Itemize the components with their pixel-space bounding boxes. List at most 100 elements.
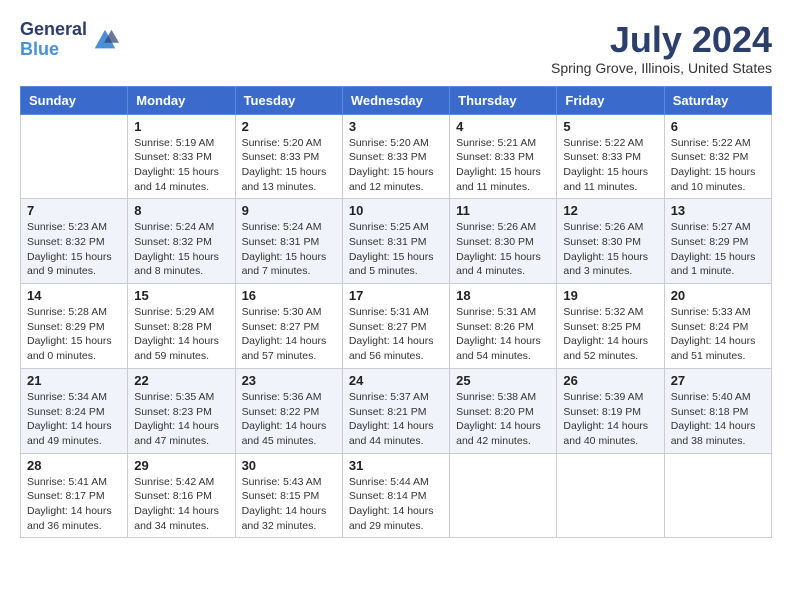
day-number: 8 [134, 203, 228, 218]
calendar-cell: 11 Sunrise: 5:26 AM Sunset: 8:30 PM Dayli… [450, 199, 557, 284]
logo: General Blue [20, 20, 119, 60]
calendar-cell [557, 453, 664, 538]
day-number: 6 [671, 119, 765, 134]
day-detail: Sunrise: 5:42 AM Sunset: 8:16 PM Dayligh… [134, 475, 228, 534]
day-number: 1 [134, 119, 228, 134]
calendar-cell [450, 453, 557, 538]
calendar-cell: 22Sunrise: 5:35 AM Sunset: 8:23 PM Dayli… [128, 368, 235, 453]
calendar-cell: 24Sunrise: 5:37 AM Sunset: 8:21 PM Dayli… [342, 368, 449, 453]
day-number: 18 [456, 288, 550, 303]
calendar-cell: 23 Sunrise: 5:36 AM Sunset: 8:22 PM Dayli… [235, 368, 342, 453]
day-number: 7 [27, 203, 121, 218]
day-detail: Sunrise: 5:22 AM Sunset: 8:32 PM Dayligh… [671, 136, 765, 195]
day-number: 25 [456, 373, 550, 388]
calendar-cell: 25 Sunrise: 5:38 AM Sunset: 8:20 PM Dayli… [450, 368, 557, 453]
calendar-cell [664, 453, 771, 538]
day-number: 15 [134, 288, 228, 303]
calendar-cell: 3 Sunrise: 5:20 AM Sunset: 8:33 PM Daylig… [342, 114, 449, 199]
logo-icon [91, 26, 119, 54]
day-number: 2 [242, 119, 336, 134]
calendar-cell: 21 Sunrise: 5:34 AM Sunset: 8:24 PM Dayli… [21, 368, 128, 453]
day-detail: Sunrise: 5:23 AM Sunset: 8:32 PM Dayligh… [27, 220, 121, 279]
calendar-cell: 14 Sunrise: 5:28 AM Sunset: 8:29 PM Dayli… [21, 284, 128, 369]
calendar-cell: 7 Sunrise: 5:23 AM Sunset: 8:32 PM Daylig… [21, 199, 128, 284]
day-detail: Sunrise: 5:20 AM Sunset: 8:33 PM Dayligh… [242, 136, 336, 195]
day-number: 3 [349, 119, 443, 134]
day-detail: Sunrise: 5:22 AM Sunset: 8:33 PM Dayligh… [563, 136, 657, 195]
column-header-saturday: Saturday [664, 86, 771, 114]
calendar-cell: 27 Sunrise: 5:40 AM Sunset: 8:18 PM Dayli… [664, 368, 771, 453]
day-detail: Sunrise: 5:37 AM Sunset: 8:21 PM Dayligh… [349, 390, 443, 449]
day-number: 5 [563, 119, 657, 134]
day-number: 17 [349, 288, 443, 303]
day-detail: Sunrise: 5:43 AM Sunset: 8:15 PM Dayligh… [242, 475, 336, 534]
calendar-week-row: 1 Sunrise: 5:19 AM Sunset: 8:33 PM Daylig… [21, 114, 772, 199]
day-detail: Sunrise: 5:33 AM Sunset: 8:24 PM Dayligh… [671, 305, 765, 364]
day-number: 29 [134, 458, 228, 473]
day-detail: Sunrise: 5:19 AM Sunset: 8:33 PM Dayligh… [134, 136, 228, 195]
calendar-cell: 6 Sunrise: 5:22 AM Sunset: 8:32 PM Daylig… [664, 114, 771, 199]
day-number: 11 [456, 203, 550, 218]
calendar-cell: 17 Sunrise: 5:31 AM Sunset: 8:27 PM Dayli… [342, 284, 449, 369]
day-detail: Sunrise: 5:34 AM Sunset: 8:24 PM Dayligh… [27, 390, 121, 449]
day-number: 23 [242, 373, 336, 388]
calendar-week-row: 28 Sunrise: 5:41 AM Sunset: 8:17 PM Dayli… [21, 453, 772, 538]
calendar-cell: 16 Sunrise: 5:30 AM Sunset: 8:27 PM Dayli… [235, 284, 342, 369]
day-detail: Sunrise: 5:36 AM Sunset: 8:22 PM Dayligh… [242, 390, 336, 449]
column-header-wednesday: Wednesday [342, 86, 449, 114]
calendar-cell: 8 Sunrise: 5:24 AM Sunset: 8:32 PM Daylig… [128, 199, 235, 284]
day-number: 28 [27, 458, 121, 473]
day-number: 30 [242, 458, 336, 473]
column-header-thursday: Thursday [450, 86, 557, 114]
day-number: 22 [134, 373, 228, 388]
page-header: General Blue July 2024 Spring Grove, Ill… [20, 20, 772, 76]
day-number: 9 [242, 203, 336, 218]
calendar-cell: 9 Sunrise: 5:24 AM Sunset: 8:31 PM Daylig… [235, 199, 342, 284]
column-header-sunday: Sunday [21, 86, 128, 114]
calendar-cell: 31Sunrise: 5:44 AM Sunset: 8:14 PM Dayli… [342, 453, 449, 538]
calendar-week-row: 21 Sunrise: 5:34 AM Sunset: 8:24 PM Dayli… [21, 368, 772, 453]
logo-blue: Blue [20, 40, 87, 60]
calendar-cell: 1 Sunrise: 5:19 AM Sunset: 8:33 PM Daylig… [128, 114, 235, 199]
calendar-cell: 10 Sunrise: 5:25 AM Sunset: 8:31 PM Dayli… [342, 199, 449, 284]
column-header-tuesday: Tuesday [235, 86, 342, 114]
calendar-cell: 15 Sunrise: 5:29 AM Sunset: 8:28 PM Dayli… [128, 284, 235, 369]
calendar-cell: 28 Sunrise: 5:41 AM Sunset: 8:17 PM Dayli… [21, 453, 128, 538]
month-year-title: July 2024 [551, 20, 772, 60]
column-header-monday: Monday [128, 86, 235, 114]
logo-general: General [20, 20, 87, 40]
day-detail: Sunrise: 5:21 AM Sunset: 8:33 PM Dayligh… [456, 136, 550, 195]
day-detail: Sunrise: 5:29 AM Sunset: 8:28 PM Dayligh… [134, 305, 228, 364]
day-number: 10 [349, 203, 443, 218]
day-detail: Sunrise: 5:26 AM Sunset: 8:30 PM Dayligh… [456, 220, 550, 279]
column-header-friday: Friday [557, 86, 664, 114]
day-number: 31 [349, 458, 443, 473]
day-detail: Sunrise: 5:40 AM Sunset: 8:18 PM Dayligh… [671, 390, 765, 449]
day-detail: Sunrise: 5:24 AM Sunset: 8:31 PM Dayligh… [242, 220, 336, 279]
day-number: 21 [27, 373, 121, 388]
calendar-cell: 18Sunrise: 5:31 AM Sunset: 8:26 PM Dayli… [450, 284, 557, 369]
day-detail: Sunrise: 5:38 AM Sunset: 8:20 PM Dayligh… [456, 390, 550, 449]
calendar-cell: 5 Sunrise: 5:22 AM Sunset: 8:33 PM Daylig… [557, 114, 664, 199]
day-detail: Sunrise: 5:25 AM Sunset: 8:31 PM Dayligh… [349, 220, 443, 279]
day-detail: Sunrise: 5:24 AM Sunset: 8:32 PM Dayligh… [134, 220, 228, 279]
day-number: 27 [671, 373, 765, 388]
calendar-cell: 2 Sunrise: 5:20 AM Sunset: 8:33 PM Daylig… [235, 114, 342, 199]
day-detail: Sunrise: 5:30 AM Sunset: 8:27 PM Dayligh… [242, 305, 336, 364]
title-block: July 2024 Spring Grove, Illinois, United… [551, 20, 772, 76]
calendar-cell: 30 Sunrise: 5:43 AM Sunset: 8:15 PM Dayli… [235, 453, 342, 538]
day-detail: Sunrise: 5:27 AM Sunset: 8:29 PM Dayligh… [671, 220, 765, 279]
day-detail: Sunrise: 5:41 AM Sunset: 8:17 PM Dayligh… [27, 475, 121, 534]
day-number: 13 [671, 203, 765, 218]
calendar-week-row: 7 Sunrise: 5:23 AM Sunset: 8:32 PM Daylig… [21, 199, 772, 284]
day-detail: Sunrise: 5:28 AM Sunset: 8:29 PM Dayligh… [27, 305, 121, 364]
calendar-cell: 26Sunrise: 5:39 AM Sunset: 8:19 PM Dayli… [557, 368, 664, 453]
day-number: 26 [563, 373, 657, 388]
day-detail: Sunrise: 5:20 AM Sunset: 8:33 PM Dayligh… [349, 136, 443, 195]
day-number: 14 [27, 288, 121, 303]
calendar-cell: 12Sunrise: 5:26 AM Sunset: 8:30 PM Dayli… [557, 199, 664, 284]
day-number: 16 [242, 288, 336, 303]
day-detail: Sunrise: 5:31 AM Sunset: 8:27 PM Dayligh… [349, 305, 443, 364]
calendar-cell: 20Sunrise: 5:33 AM Sunset: 8:24 PM Dayli… [664, 284, 771, 369]
day-detail: Sunrise: 5:26 AM Sunset: 8:30 PM Dayligh… [563, 220, 657, 279]
